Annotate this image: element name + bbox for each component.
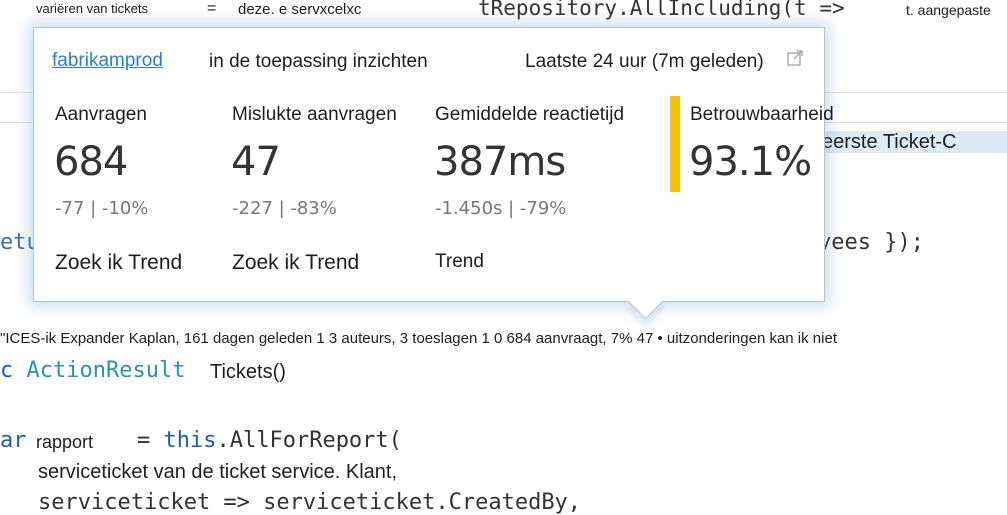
code-text: = <box>207 0 217 17</box>
codelens-info[interactable]: "ICES-ik Expander Kaplan, 161 dagen gele… <box>0 330 837 347</box>
metric-search-trend-link[interactable]: Zoek ik Trend <box>55 251 182 275</box>
code-text: variëren van tickets <box>36 1 148 16</box>
metric-title: Betrouwbaarheid <box>690 104 834 125</box>
code-text: t. aangepaste <box>906 2 991 18</box>
metric-value: 684 <box>54 139 128 185</box>
metric-value: 47 <box>231 139 281 185</box>
code-text: tRepository.AllIncluding(t => <box>478 0 845 20</box>
code-keyword: c <box>0 358 14 383</box>
metric-title: Aanvragen <box>55 104 147 125</box>
popout-icon[interactable] <box>785 49 804 68</box>
metric-search-trend-link[interactable]: Zoek ik Trend <box>232 251 359 275</box>
app-link[interactable]: fabrikamprod <box>52 50 163 72</box>
metric-title: Gemiddelde reactietijd <box>435 104 625 125</box>
code-operator: = <box>137 428 151 453</box>
code-text: serviceticket van de ticket service. Kla… <box>38 461 398 483</box>
time-range: Laatste 24 uur (7m geleden) <box>525 51 764 72</box>
code-text: = this.AllForReport( <box>137 428 402 453</box>
code-text: eerste Ticket-C <box>822 131 957 153</box>
popout-icon <box>786 50 803 66</box>
metric-title: Mislukte aanvragen <box>232 104 397 125</box>
code-keyword: this <box>163 428 217 453</box>
code-text: deze. e servxcelxc <box>238 1 362 18</box>
code-variable: rapport <box>36 432 94 453</box>
code-method-signature: c ActionResult <box>0 358 185 383</box>
metric-trend-link[interactable]: Trend <box>435 251 484 273</box>
code-keyword: ar <box>0 428 27 453</box>
code-method-name: Tickets() <box>210 361 286 384</box>
code-text: serviceticket => serviceticket.CreatedBy… <box>38 490 582 515</box>
reliability-indicator-bar <box>670 96 680 192</box>
metric-delta: -77 | -10% <box>55 198 149 219</box>
code-call: .AllForReport( <box>216 428 402 453</box>
metric-delta: -227 | -83% <box>232 198 337 219</box>
metric-delta: -1.450s | -79% <box>435 198 567 219</box>
metric-value: 387ms <box>434 139 566 185</box>
header-text: in de toepassing inzichten <box>209 51 428 72</box>
code-type: ActionResult <box>26 358 186 383</box>
code-text: yees }); <box>818 230 924 255</box>
metric-value: 93.1% <box>689 139 812 185</box>
